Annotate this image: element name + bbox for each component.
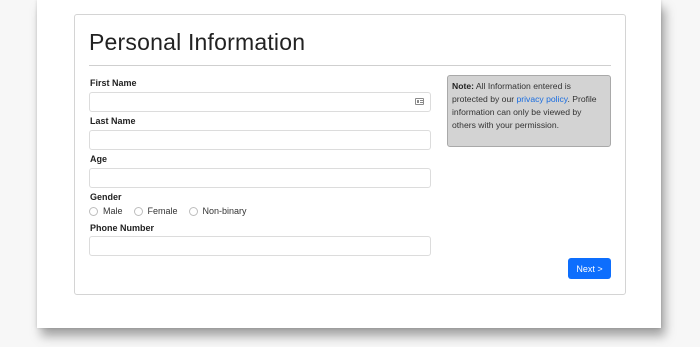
first-name-field[interactable]: [89, 92, 431, 112]
first-name-label: First Name: [90, 78, 137, 88]
gender-option-female[interactable]: Female: [133, 206, 178, 216]
privacy-note-box: Note: All Information entered is protect…: [447, 75, 611, 147]
gender-radio-group: Male Female Non-binary: [89, 206, 258, 216]
radio-label: Female: [147, 206, 178, 216]
age-label: Age: [90, 154, 108, 164]
privacy-policy-link[interactable]: privacy policy: [517, 94, 568, 104]
last-name-label: Last Name: [90, 116, 136, 126]
title-divider: [89, 65, 611, 66]
radio-button[interactable]: [133, 206, 143, 216]
radio-button[interactable]: [89, 206, 98, 216]
phone-number-label: Phone Number: [90, 223, 155, 233]
personal-info-form-card: Personal Information First Name Last Nam…: [74, 14, 626, 295]
contact-card-autofill-icon[interactable]: [415, 98, 424, 105]
gender-label: Gender: [90, 192, 122, 202]
page-panel: Personal Information First Name Last Nam…: [37, 0, 661, 328]
page-title: Personal Information: [89, 29, 306, 55]
age-field[interactable]: [89, 168, 431, 188]
phone-number-field[interactable]: [89, 236, 431, 256]
radio-label: Male: [103, 206, 123, 216]
gender-option-male[interactable]: Male: [89, 206, 123, 216]
note-heading: Note:: [452, 81, 474, 91]
next-button[interactable]: Next >: [568, 258, 611, 279]
radio-button[interactable]: [188, 206, 198, 216]
gender-option-non-binary[interactable]: Non-binary: [188, 206, 247, 216]
radio-label: Non-binary: [202, 206, 247, 216]
last-name-field[interactable]: [89, 130, 431, 150]
screenshot-stage: Personal Information First Name Last Nam…: [0, 0, 700, 347]
